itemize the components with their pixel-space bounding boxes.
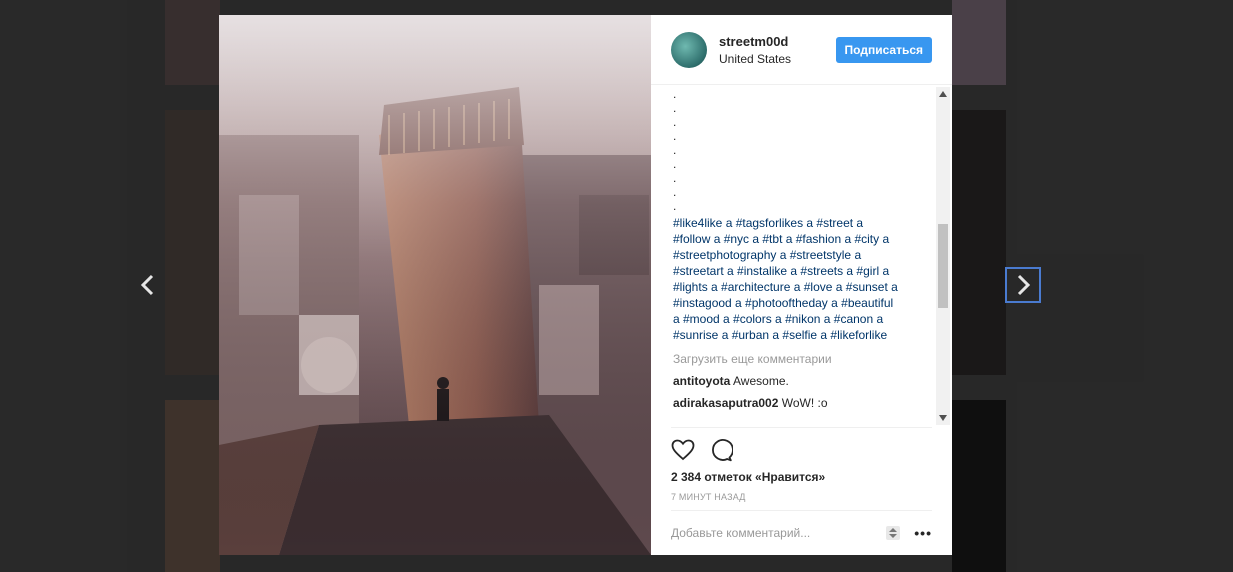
caption-line[interactable]: #lights a #architecture a #love a #sunse… xyxy=(673,279,932,295)
comment-username[interactable]: adirakasaputra002 xyxy=(673,396,778,410)
caption-dot: . xyxy=(673,143,677,157)
post-header: streetm00d United States Подписаться xyxy=(651,15,952,85)
avatar[interactable] xyxy=(671,31,707,68)
caption-line[interactable]: #like4like a #tagsforlikes a #street a xyxy=(673,215,932,231)
caption-dots: ......... xyxy=(673,87,932,213)
updown-arrows-icon[interactable] xyxy=(886,526,901,540)
chevron-left-icon xyxy=(140,274,154,296)
caption-dot: . xyxy=(673,101,677,115)
comment-input[interactable] xyxy=(671,526,887,540)
comment-item: adirakasaputra002 WoW! :o xyxy=(673,395,932,411)
load-more-comments-link[interactable]: Загрузить еще комментарии xyxy=(673,351,932,367)
scroll-down-arrow-icon[interactable] xyxy=(936,411,950,425)
more-options-button[interactable]: ••• xyxy=(914,525,932,541)
comment-bubble-icon[interactable] xyxy=(709,438,733,462)
comment-text: WoW! :o xyxy=(781,396,828,410)
post-actions xyxy=(671,427,932,467)
comments-scrollbar[interactable] xyxy=(936,87,950,425)
caption-line[interactable]: a #mood a #colors a #nikon a #canon a xyxy=(673,311,932,327)
caption-line[interactable]: #streetart a #instalike a #streets a #gi… xyxy=(673,263,932,279)
caption-dot: . xyxy=(673,199,677,213)
comments-list[interactable]: ......... #like4like a #tagsforlikes a #… xyxy=(651,85,952,427)
post-photo[interactable] xyxy=(219,15,651,555)
username-link[interactable]: streetm00d xyxy=(719,34,791,49)
caption-dot: . xyxy=(673,87,677,101)
location-link[interactable]: United States xyxy=(719,52,791,66)
post-sidebar: streetm00d United States Подписаться ...… xyxy=(651,15,952,555)
post-timestamp[interactable]: 7 МИНУТ НАЗАД xyxy=(671,487,932,511)
chevron-right-icon xyxy=(1017,274,1031,296)
caption-line[interactable]: #sunrise a #urban a #selfie a #likeforli… xyxy=(673,327,932,343)
comment-item: antitoyota Awesome. xyxy=(673,373,932,389)
caption-dot: . xyxy=(673,157,677,171)
city-skyscraper-illustration xyxy=(219,15,651,555)
comment-item-clipped xyxy=(673,417,932,423)
caption-dot: . xyxy=(673,115,677,129)
caption-dot: . xyxy=(673,185,677,199)
next-post-button[interactable] xyxy=(1005,267,1041,303)
previous-post-button[interactable] xyxy=(130,267,166,303)
caption-dot: . xyxy=(673,171,677,185)
caption-hashtags: #like4like a #tagsforlikes a #street a #f… xyxy=(673,215,932,343)
caption-line[interactable]: #instagood a #photooftheday a #beautiful xyxy=(673,295,932,311)
scrollbar-thumb[interactable] xyxy=(938,224,948,308)
likes-count[interactable]: 2 384 отметок «Нравится» xyxy=(671,467,932,487)
comment-text: Awesome. xyxy=(733,374,789,388)
caption-line[interactable]: #streetphotography a #streetstyle a xyxy=(673,247,932,263)
follow-button[interactable]: Подписаться xyxy=(835,37,932,63)
heart-icon[interactable] xyxy=(671,438,695,462)
comment-username[interactable]: antitoyota xyxy=(673,374,730,388)
add-comment-bar: ••• xyxy=(671,511,932,555)
caption-dot: . xyxy=(673,129,677,143)
caption-line[interactable]: #follow a #nyc a #tbt a #fashion a #city… xyxy=(673,231,932,247)
scroll-up-arrow-icon[interactable] xyxy=(936,87,950,101)
post-modal: streetm00d United States Подписаться ...… xyxy=(219,15,952,555)
